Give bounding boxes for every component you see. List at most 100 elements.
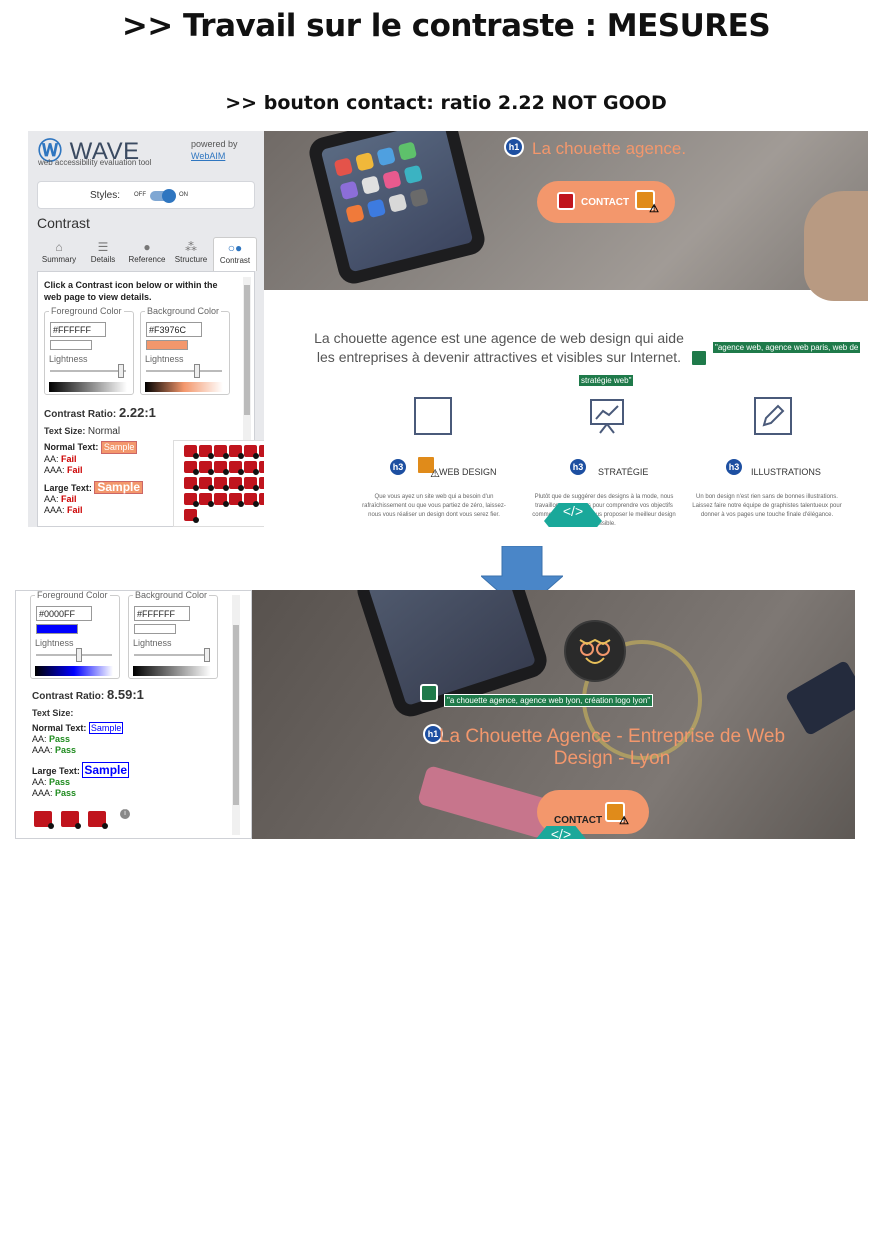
contrast-error-icon[interactable]	[229, 461, 244, 475]
contrast-error-icon[interactable]	[88, 811, 108, 829]
lightness-label: Lightness	[49, 354, 88, 364]
app-icon	[376, 146, 396, 167]
scrollbar-thumb[interactable]	[233, 625, 239, 805]
alert-icon[interactable]	[635, 190, 659, 215]
contrast-error-icon[interactable]	[229, 477, 244, 491]
contrast-error-icon[interactable]	[229, 445, 244, 459]
background-hex-input[interactable]: #F3976C	[146, 322, 202, 337]
alert-icon[interactable]	[416, 455, 440, 480]
foreground-label: Foreground Color	[49, 306, 124, 316]
aa-label: AA:	[44, 494, 59, 504]
contrast-error-icon[interactable]	[214, 477, 229, 491]
screenshot-before: Ⓦ WAVE web accessibility evaluation tool…	[28, 131, 868, 527]
aa-label: AA:	[44, 454, 59, 464]
h3-icon[interactable]: h3	[388, 457, 408, 477]
styles-off-label: OFF	[134, 192, 146, 198]
contrast-error-icon[interactable]	[214, 461, 229, 475]
contrast-error-icon[interactable]	[244, 477, 259, 491]
alt-text-label: "a chouette agence, agence web lyon, cré…	[444, 694, 654, 707]
feature-title: STRATÉGIE	[598, 467, 649, 477]
contrast-error-icon[interactable]	[244, 461, 259, 475]
panel-heading: Contrast	[37, 215, 90, 231]
background-color-box: Background Color #FFFFFF Lightness	[128, 591, 218, 679]
h3-badge[interactable]: h3	[568, 457, 588, 477]
tab-contrast[interactable]: ○● Contrast	[213, 237, 257, 271]
slider-handle[interactable]	[76, 648, 82, 662]
large-text-result: Large Text: Sample AA: Fail AAA: Fail	[44, 481, 144, 516]
contrast-error-icon[interactable]	[184, 477, 199, 491]
contrast-error-icon[interactable]	[184, 461, 199, 475]
lightness-slider[interactable]	[146, 364, 222, 378]
h1-icon[interactable]: h1	[504, 137, 524, 157]
lightness-slider[interactable]	[134, 648, 210, 662]
foreground-color-box: Foreground Color #FFFFFF Lightness	[44, 306, 134, 395]
tab-label: Details	[90, 255, 116, 264]
foreground-hex-input[interactable]: #0000FF	[36, 606, 92, 621]
webaim-link[interactable]: WebAIM	[191, 150, 238, 162]
slider-handle[interactable]	[118, 364, 124, 378]
app-icon	[366, 198, 387, 219]
panel-scrollbar[interactable]	[232, 595, 240, 835]
h3-icon[interactable]: h3	[724, 457, 744, 477]
aa-label: AA:	[32, 777, 47, 787]
intro-paragraph: La chouette agence est une agence de web…	[314, 330, 684, 365]
contrast-error-icon[interactable]	[61, 811, 81, 829]
alt-text-label: stratégie web"	[578, 374, 635, 387]
h3-badge[interactable]: h3	[388, 457, 408, 477]
large-sample: Sample	[94, 481, 144, 494]
owl-logo	[564, 620, 626, 682]
alert-icon[interactable]	[605, 802, 629, 827]
tab-reference[interactable]: ● Reference	[125, 237, 169, 271]
h3-icon[interactable]: h3	[568, 457, 588, 477]
info-icon[interactable]: i	[120, 809, 130, 819]
pencil-icon	[754, 397, 792, 435]
contrast-error-icon[interactable]	[184, 493, 199, 507]
contrast-error-icon[interactable]	[557, 192, 575, 210]
phone-screen	[320, 131, 474, 273]
background-hex-input[interactable]: #FFFFFF	[134, 606, 190, 621]
contrast-error-icon[interactable]	[199, 493, 214, 507]
foreground-hex-input[interactable]: #FFFFFF	[50, 322, 106, 337]
h1-badge[interactable]: h1	[504, 137, 524, 157]
hand-image	[804, 191, 868, 301]
tab-details[interactable]: ☰ Details	[81, 237, 125, 271]
lightness-slider[interactable]	[36, 648, 112, 662]
lightness-slider[interactable]	[50, 364, 126, 378]
contrast-error-icon[interactable]	[199, 477, 214, 491]
scrollbar-thumb[interactable]	[244, 285, 250, 415]
h3-badge[interactable]: h3	[724, 457, 744, 477]
text-size-label: Text Size:	[44, 426, 86, 436]
contrast-error-icon[interactable]	[199, 461, 214, 475]
tab-summary[interactable]: ⌂ Summary	[37, 237, 81, 271]
contrast-error-icon[interactable]	[244, 445, 259, 459]
background-label: Background Color	[145, 306, 222, 316]
contrast-error-icon[interactable]	[199, 445, 214, 459]
lightness-gradient	[133, 666, 211, 676]
contrast-error-icon[interactable]	[34, 811, 54, 829]
list-icon: ☰	[97, 240, 109, 254]
aa-result: Pass	[49, 734, 71, 744]
image-alt-icon[interactable]	[690, 349, 708, 367]
lightness-gradient	[49, 382, 127, 392]
styles-toggle[interactable]	[150, 189, 176, 203]
contrast-error-icon[interactable]	[214, 445, 229, 459]
contrast-error-icon[interactable]	[214, 493, 229, 507]
contrast-error-icon[interactable]	[184, 445, 199, 459]
slider-handle[interactable]	[194, 364, 200, 378]
aaa-label: AAA:	[32, 788, 53, 798]
app-icon	[403, 164, 423, 185]
tab-structure[interactable]: ⁂ Structure	[169, 237, 213, 271]
browser-window-icon	[414, 397, 452, 435]
aaa-label: AAA:	[44, 505, 65, 515]
contact-button[interactable]: CONTACT	[537, 181, 675, 223]
image-alt-icon[interactable]	[420, 684, 438, 702]
tab-label: Contrast	[219, 256, 251, 265]
contrast-error-icon[interactable]	[229, 493, 244, 507]
contrast-error-icon[interactable]	[184, 509, 199, 523]
section-subtitle: >> bouton contact: ratio 2.22 NOT GOOD	[225, 92, 667, 114]
ratio-value: 2.22:1	[119, 405, 156, 420]
normal-sample: Sample	[100, 441, 138, 454]
aaa-label: AAA:	[32, 745, 53, 755]
contrast-error-icon[interactable]	[244, 493, 259, 507]
slider-handle[interactable]	[204, 648, 210, 662]
